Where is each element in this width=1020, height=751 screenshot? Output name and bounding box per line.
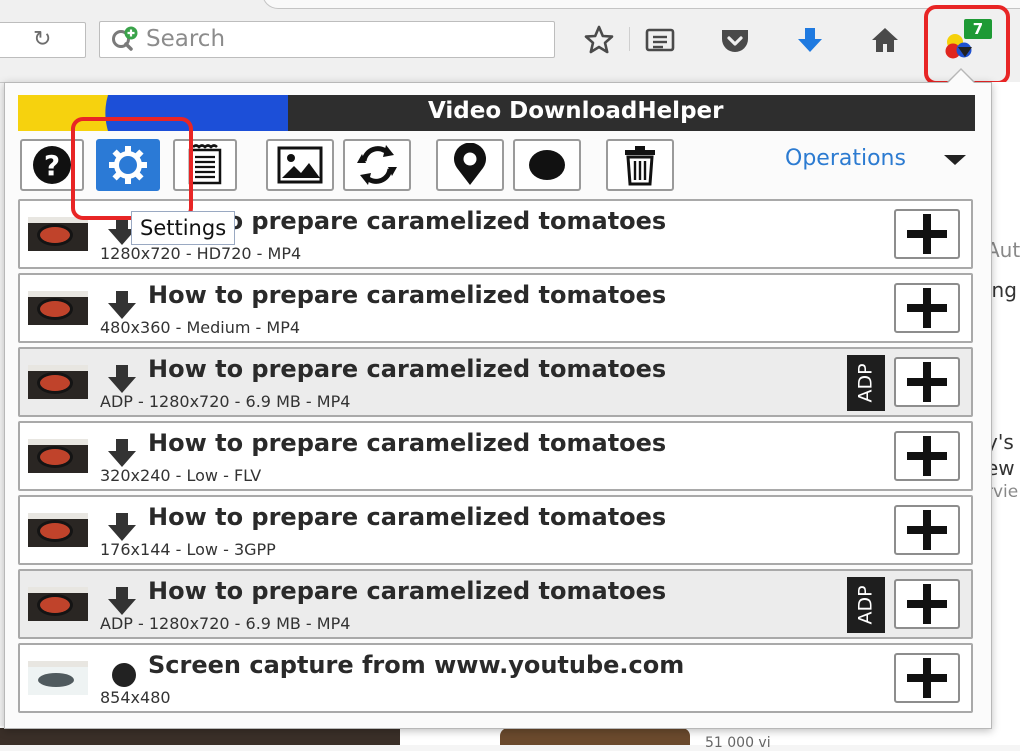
video-title: How to prepare caramelized tomatoes [148, 577, 667, 605]
video-meta: 176x144 - Low - 3GPP [100, 540, 276, 559]
svg-text:?: ? [44, 149, 60, 182]
list-item[interactable]: How to prepare caramelized tomatoes 480x3… [18, 273, 973, 343]
clear-button[interactable] [606, 139, 674, 191]
video-meta: ADP - 1280x720 - 6.9 MB - MP4 [100, 614, 351, 633]
images-button[interactable] [266, 139, 334, 191]
download-arrow-icon [108, 587, 136, 615]
list-item[interactable]: How to prepare caramelized tomatoes ADP -… [18, 569, 973, 639]
reading-list-button[interactable] [642, 22, 678, 58]
video-meta: ADP - 1280x720 - 6.9 MB - MP4 [100, 392, 351, 411]
action-menu-button[interactable] [894, 209, 960, 259]
chevron-down-icon[interactable] [944, 155, 966, 165]
video-meta: 320x240 - Low - FLV [100, 466, 262, 485]
download-arrow-icon [108, 365, 136, 393]
highlight-outline-settings [71, 117, 193, 220]
video-thumbnail [28, 587, 88, 621]
action-menu-button[interactable] [894, 283, 960, 333]
adp-badge: ADP [847, 577, 885, 633]
bookmark-star-button[interactable] [581, 22, 617, 58]
download-arrow-icon [108, 513, 136, 541]
video-thumbnail [28, 513, 88, 547]
popup-title: Video DownloadHelper [428, 98, 724, 124]
plus-icon [907, 288, 947, 328]
pocket-icon [722, 30, 748, 52]
video-meta: 1280x720 - HD720 - MP4 [100, 244, 302, 263]
video-title: How to prepare caramelized tomatoes [148, 429, 667, 457]
record-icon [529, 150, 565, 180]
tab-strip-edge [262, 0, 1020, 9]
plus-icon [907, 362, 947, 402]
background-text: 51 000 vi [705, 735, 771, 751]
home-button[interactable] [867, 22, 903, 58]
video-thumbnail [28, 365, 88, 399]
adp-label: ADP [855, 363, 877, 403]
star-icon [584, 25, 614, 54]
reload-icon[interactable]: ↻ [33, 29, 55, 51]
video-thumbnail [28, 439, 88, 473]
video-title: How to prepare caramelized tomatoes [148, 355, 667, 383]
toolbar-separator [629, 27, 630, 51]
list-item[interactable]: How to prepare caramelized tomatoes 320x2… [18, 421, 973, 491]
plus-icon [907, 510, 947, 550]
plus-icon [907, 658, 947, 698]
convert-icon [357, 145, 397, 185]
video-thumbnail [28, 661, 88, 695]
plus-icon [907, 584, 947, 624]
action-menu-button[interactable] [894, 505, 960, 555]
list-item[interactable]: How to prepare caramelized tomatoes ADP -… [18, 347, 973, 417]
download-arrow-icon [108, 439, 136, 467]
adp-badge: ADP [847, 355, 885, 411]
download-arrow-icon [798, 28, 822, 52]
video-thumbnail [28, 217, 88, 251]
list-item[interactable]: How to prepare caramelized tomatoes 176x1… [18, 495, 973, 565]
downloads-button[interactable] [792, 22, 828, 58]
operations-menu[interactable]: Operations [785, 146, 906, 171]
convert-button[interactable] [343, 139, 411, 191]
video-title: How to prepare caramelized tomatoes [148, 281, 667, 309]
download-arrow-icon [108, 291, 136, 319]
search-icon [112, 26, 138, 51]
url-bar[interactable]: ↻ [0, 22, 86, 58]
action-menu-button[interactable] [894, 653, 960, 703]
location-pin-icon [454, 143, 486, 185]
settings-tooltip: Settings [131, 211, 236, 245]
search-input[interactable]: Search [99, 21, 555, 58]
help-icon: ? [33, 146, 71, 184]
video-thumbnail [28, 291, 88, 325]
background-page: Aut ing y's ew rvie [986, 82, 1020, 745]
video-meta: 854x480 [100, 688, 171, 707]
popup-arrow-inner [948, 70, 974, 83]
plus-icon [907, 436, 947, 476]
action-menu-button[interactable] [894, 431, 960, 481]
trash-icon [625, 146, 655, 186]
pocket-button[interactable] [717, 22, 753, 58]
plus-icon [907, 214, 947, 254]
list-item[interactable]: Screen capture from www.youtube.com 854x4… [18, 643, 973, 713]
video-title: How to prepare caramelized tomatoes [148, 503, 667, 531]
adp-label: ADP [855, 585, 877, 625]
home-icon [872, 28, 898, 52]
search-placeholder: Search [146, 26, 226, 52]
sites-button[interactable] [436, 139, 504, 191]
video-meta: 480x360 - Medium - MP4 [100, 318, 301, 337]
background-thumbnail [0, 728, 400, 745]
image-icon [277, 146, 323, 184]
browser-toolbar: ↻ Search 7 [0, 0, 1020, 85]
background-thumbnail [500, 728, 690, 745]
action-menu-button[interactable] [894, 579, 960, 629]
record-button[interactable] [513, 139, 581, 191]
action-menu-button[interactable] [894, 357, 960, 407]
video-title: Screen capture from www.youtube.com [148, 651, 685, 679]
record-dot-icon [112, 663, 136, 687]
reader-icon [645, 28, 675, 52]
